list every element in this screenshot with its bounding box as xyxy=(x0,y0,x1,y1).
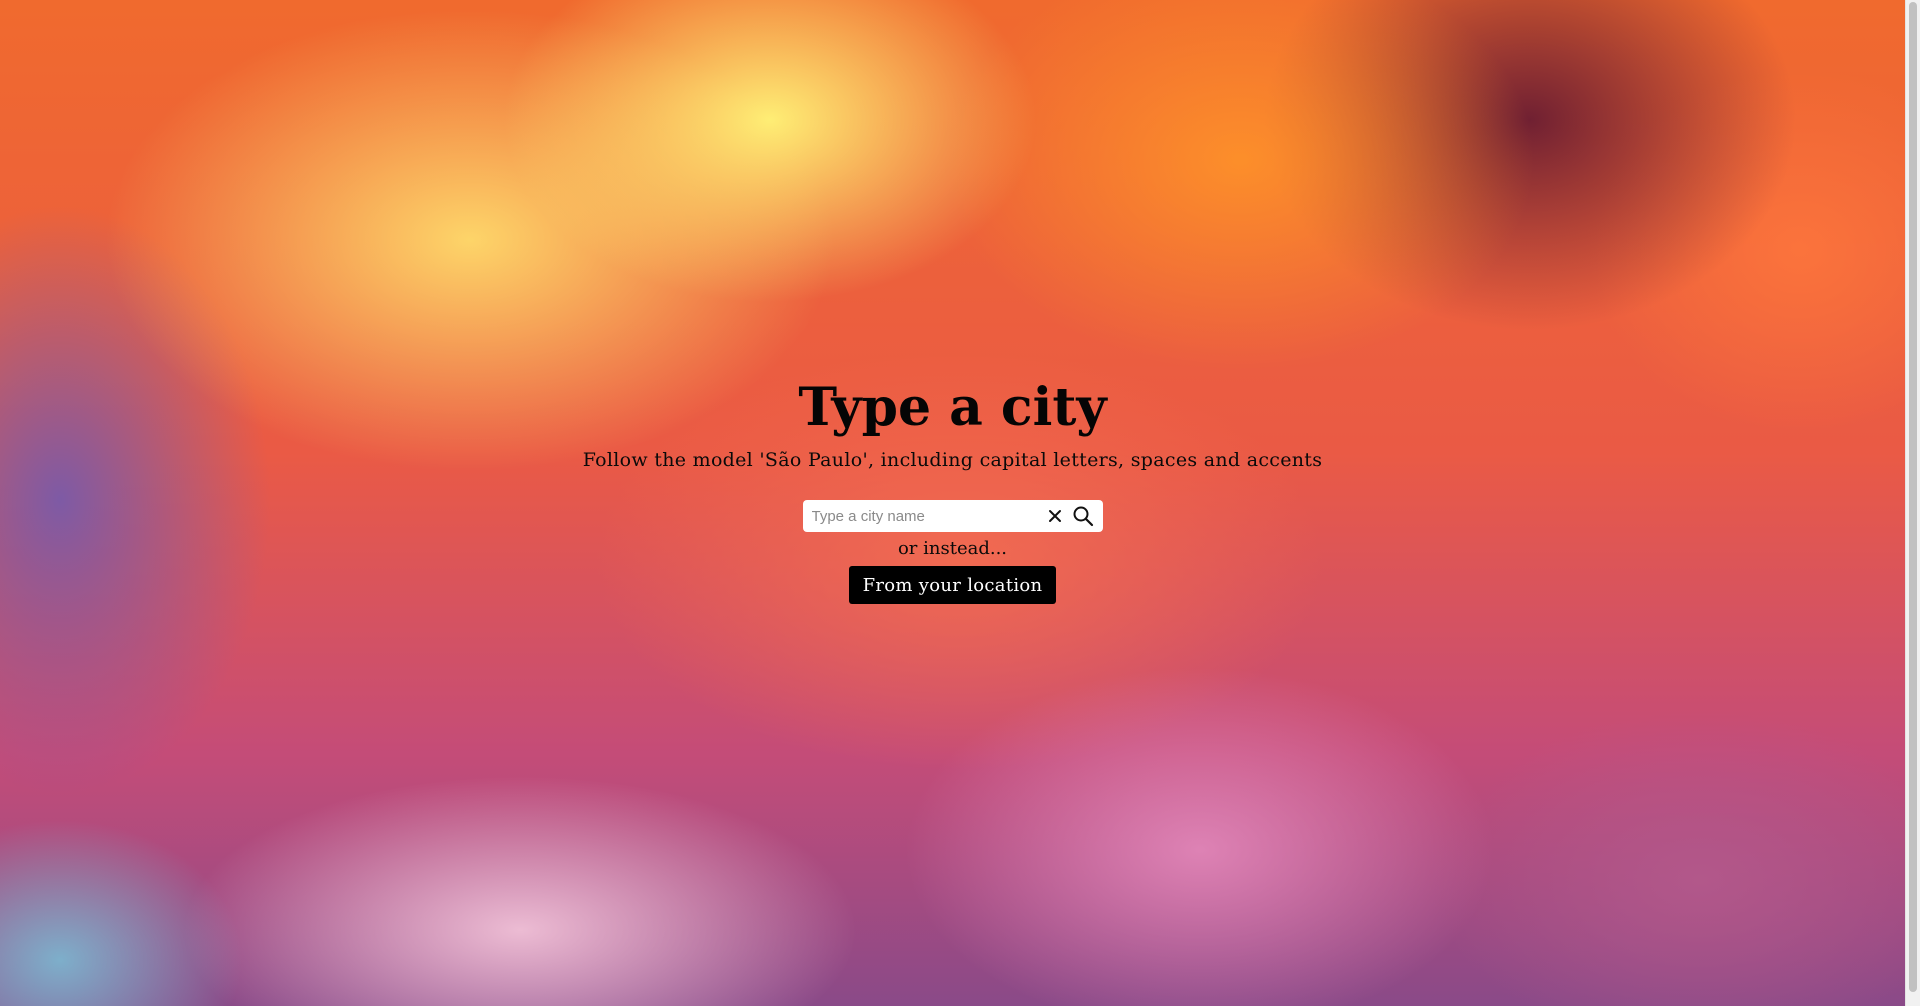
vertical-scrollbar[interactable] xyxy=(1905,0,1920,1006)
or-instead-text: or instead... xyxy=(897,538,1008,559)
city-search-input[interactable] xyxy=(811,502,1041,530)
page-subtitle: Follow the model 'São Paulo', including … xyxy=(582,449,1323,471)
scrollbar-thumb[interactable] xyxy=(1909,2,1917,992)
city-search-panel: Type a city Follow the model 'São Paulo'… xyxy=(0,370,1905,604)
close-icon[interactable] xyxy=(1041,502,1069,530)
from-your-location-button[interactable]: From your location xyxy=(848,566,1057,604)
page-title: Type a city xyxy=(798,377,1107,438)
search-box xyxy=(802,500,1103,532)
search-icon[interactable] xyxy=(1069,502,1097,530)
